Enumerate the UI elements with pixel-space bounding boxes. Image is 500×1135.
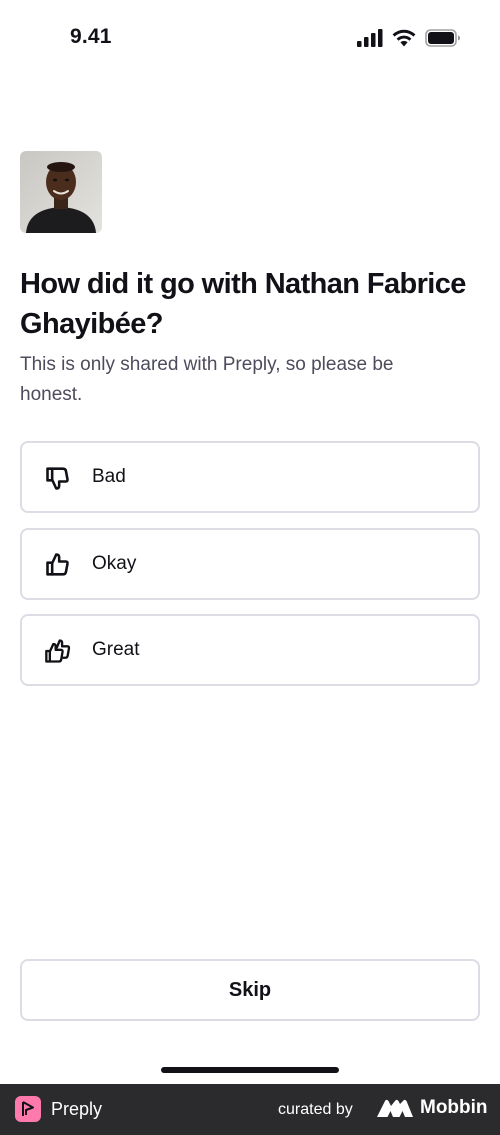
rating-option-bad[interactable]: Bad: [20, 441, 480, 513]
attribution-footer: Preply curated by Mobbin: [0, 1084, 500, 1135]
mobbin-logo-icon: [377, 1099, 413, 1117]
battery-icon: [425, 29, 460, 47]
rating-option-great[interactable]: Great: [20, 614, 480, 686]
signal-icon: [357, 29, 383, 47]
rating-option-label: Okay: [92, 553, 137, 574]
tutor-avatar: [20, 151, 102, 233]
question-title: How did it go with Nathan Fabrice Ghayib…: [20, 268, 466, 340]
rating-option-label: Bad: [92, 466, 126, 487]
question-subtitle: This is only shared with Preply, so plea…: [20, 354, 394, 405]
status-time: 9.41: [70, 25, 112, 48]
preply-logo-icon: [15, 1096, 41, 1122]
mobbin-brand-name: Mobbin: [420, 1097, 488, 1118]
curated-by-label: curated by: [278, 1101, 353, 1118]
thumbs-up-icon: [44, 551, 72, 579]
status-icons: [357, 27, 461, 49]
skip-button[interactable]: Skip: [20, 959, 480, 1021]
home-indicator: [161, 1067, 339, 1073]
double-thumbs-up-icon: [44, 637, 72, 665]
thumbs-down-icon: [44, 464, 72, 492]
preply-brand: Preply: [15, 1096, 102, 1122]
mobbin-brand: Mobbin: [376, 1097, 488, 1119]
wifi-icon: [392, 29, 416, 47]
rating-option-okay[interactable]: Okay: [20, 528, 480, 600]
status-bar: 9.41: [0, 0, 500, 76]
preply-brand-name: Preply: [51, 1098, 103, 1119]
rating-option-label: Great: [92, 639, 140, 660]
